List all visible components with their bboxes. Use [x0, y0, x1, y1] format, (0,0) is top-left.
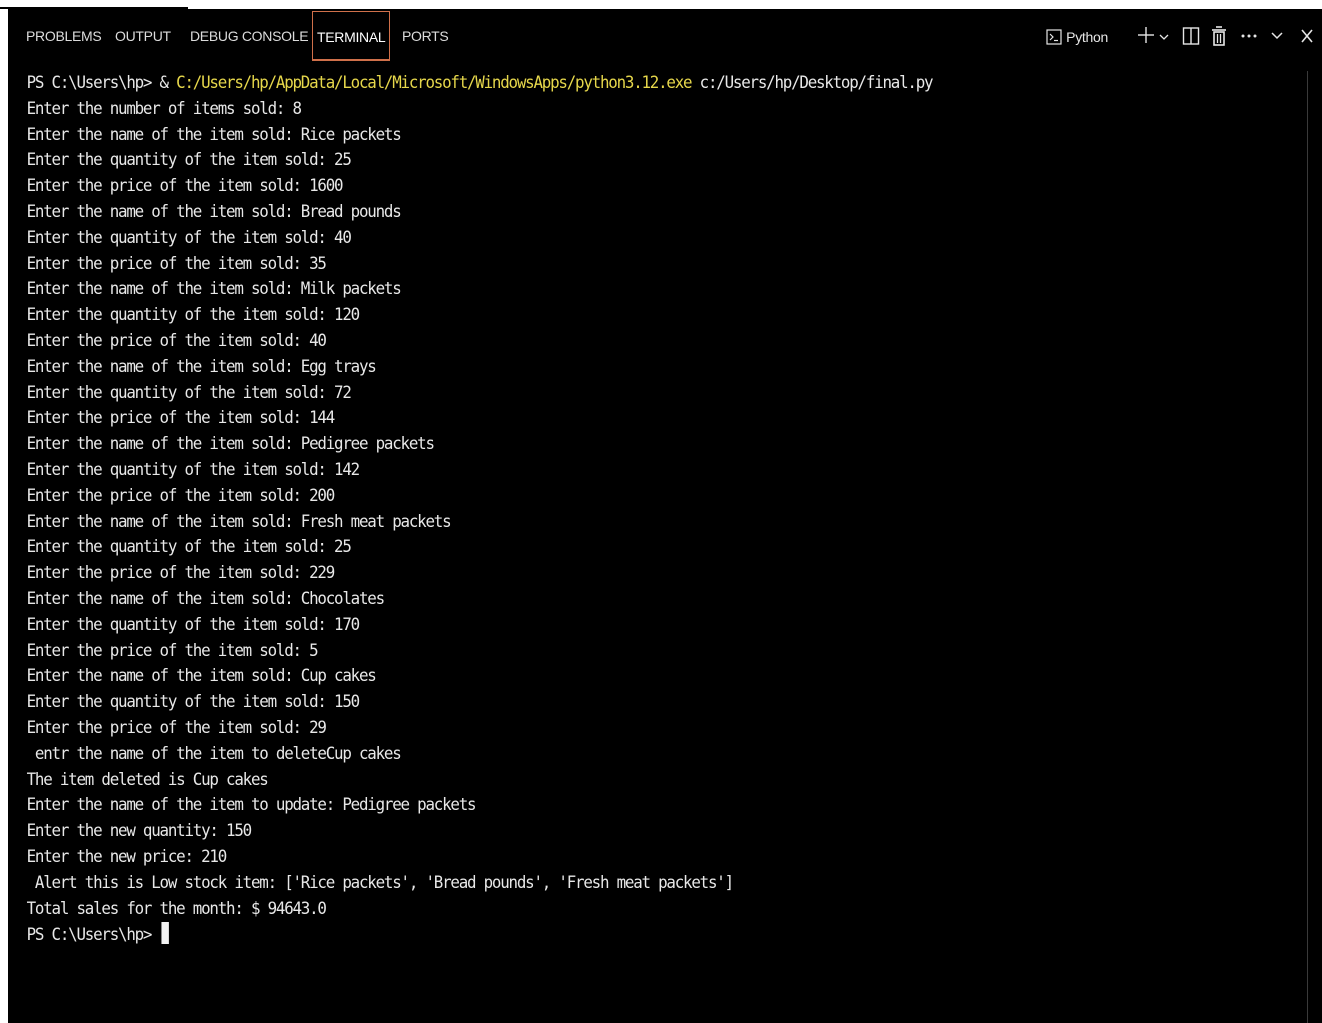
tab-debug-console[interactable]: DEBUG CONSOLE: [190, 9, 309, 59]
tab-ports[interactable]: PORTS: [402, 9, 449, 59]
output-line: entr the name of the item to deleteCup c…: [26, 743, 402, 764]
chevron-down-icon: [1159, 34, 1169, 40]
shell-selector[interactable]: Python: [1046, 27, 1108, 48]
output-line: Enter the name of the item sold: Cup cak…: [26, 666, 377, 687]
output-line: Enter the price of the item sold: 29: [26, 717, 327, 738]
maximize-panel-button[interactable]: [1270, 29, 1284, 49]
output-line: Enter the new price: 210: [26, 846, 228, 867]
terminal-scrollbar[interactable]: [1307, 71, 1308, 1023]
output-line: Total sales for the month: $ 94643.0: [26, 898, 327, 919]
close-panel-button[interactable]: [1300, 28, 1314, 50]
output-line: Enter the price of the item sold: 229: [26, 563, 336, 584]
terminal-cursor: [161, 922, 169, 945]
output-line: Enter the name of the item to update: Pe…: [26, 795, 477, 816]
terminal-icon: [1046, 29, 1062, 45]
output-line: Enter the quantity of the item sold: 170: [26, 614, 361, 635]
output-line: Enter the new quantity: 150: [26, 821, 253, 842]
terminal-toolbar: Python: [1022, 9, 1322, 65]
split-terminal-button[interactable]: [1182, 26, 1200, 52]
output-line: Enter the quantity of the item sold: 25: [26, 537, 352, 558]
top-edge-mark: [0, 0, 188, 9]
command-line: PS C:\Users\hp> & C:/Users/hp/AppData/Lo…: [27, 71, 1232, 97]
output-line: Enter the name of the item sold: Egg tra…: [26, 356, 377, 377]
output-line: The item deleted is Cup cakes: [26, 769, 269, 790]
new-terminal-button[interactable]: [1136, 25, 1156, 51]
output-line: Enter the quantity of the item sold: 72: [26, 382, 352, 403]
plus-icon: [1138, 27, 1154, 43]
trash-icon: [1212, 26, 1226, 46]
output-line: Enter the quantity of the item sold: 40: [26, 227, 352, 248]
prompt-text: PS C:\Users\hp>: [26, 925, 160, 946]
output-line: Enter the price of the item sold: 35: [26, 253, 327, 274]
output-line: Enter the name of the item sold: Pedigre…: [26, 434, 435, 455]
output-line: Enter the quantity of the item sold: 120: [26, 305, 361, 326]
output-line: Enter the name of the item sold: Bread p…: [26, 201, 402, 222]
panel-tab-bar: PROBLEMS OUTPUT DEBUG CONSOLE TERMINAL P…: [8, 9, 1322, 65]
vscode-panel: PROBLEMS OUTPUT DEBUG CONSOLE TERMINAL P…: [8, 9, 1322, 1023]
output-line: Enter the price of the item sold: 144: [26, 408, 336, 429]
output-line: Enter the price of the item sold: 5: [26, 640, 319, 661]
tab-output[interactable]: OUTPUT: [115, 9, 171, 59]
script-argument: c:/Users/hp/Desktop/final.py: [691, 73, 934, 93]
launch-profile-dropdown[interactable]: [1158, 29, 1170, 49]
executable-path: C:/Users/hp/AppData/Local/Microsoft/Wind…: [176, 73, 692, 93]
close-icon: [1301, 29, 1313, 43]
tab-problems[interactable]: PROBLEMS: [26, 9, 102, 59]
ellipsis-icon: [1241, 34, 1257, 38]
output-line: Enter the number of items sold: 8: [26, 98, 302, 119]
output-line: Enter the name of the item sold: Rice pa…: [26, 124, 402, 145]
output-line: Enter the name of the item sold: Milk pa…: [26, 279, 402, 300]
output-line: Enter the price of the item sold: 200: [26, 485, 336, 506]
output-line: Enter the quantity of the item sold: 25: [26, 150, 352, 171]
split-terminal-icon: [1182, 27, 1200, 45]
output-line: Enter the name of the item sold: Chocola…: [26, 588, 386, 609]
chevron-down-icon: [1271, 32, 1283, 40]
output-line: Enter the name of the item sold: Fresh m…: [26, 511, 452, 532]
prompt-text: PS C:\Users\hp> &: [26, 73, 177, 93]
shell-label: Python: [1066, 29, 1108, 45]
output-line: Enter the quantity of the item sold: 142: [26, 459, 361, 480]
more-actions-button[interactable]: [1240, 26, 1258, 50]
output-line: Enter the quantity of the item sold: 150: [26, 692, 361, 713]
kill-terminal-button[interactable]: [1211, 25, 1227, 53]
final-prompt-line: PS C:\Users\hp>: [27, 922, 1232, 948]
terminal-output[interactable]: PS C:\Users\hp> & C:/Users/hp/AppData/Lo…: [8, 71, 1213, 1021]
output-line: Enter the price of the item sold: 1600: [26, 176, 344, 197]
output-line: Alert this is Low stock item: ['Rice pac…: [26, 872, 734, 893]
output-line: Enter the price of the item sold: 40: [26, 330, 327, 351]
tab-terminal[interactable]: TERMINAL: [312, 11, 391, 61]
